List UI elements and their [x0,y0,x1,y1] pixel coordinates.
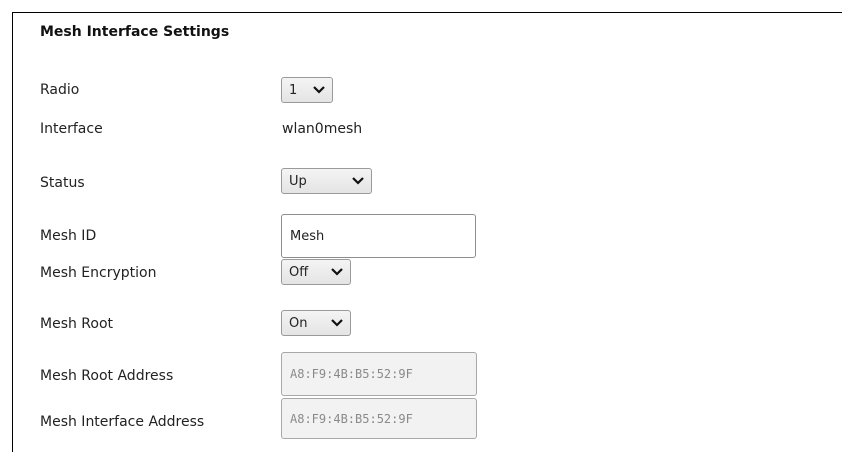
radio-label: Radio [40,82,80,98]
mesh-root-address-value: A8:F9:4B:B5:52:9F [290,367,413,381]
radio-select[interactable]: 1 [281,77,333,103]
interface-label: Interface [40,121,103,137]
mesh-root-label: Mesh Root [40,316,114,332]
mesh-interface-address-label: Mesh Interface Address [40,414,205,430]
interface-value: wlan0mesh [282,121,363,137]
mesh-root-select-value: On [289,315,308,331]
mesh-interface-address-field[interactable]: A8:F9:4B:B5:52:9F [281,398,477,439]
chevron-down-icon [331,268,343,276]
radio-select-value: 1 [289,82,298,98]
mesh-encryption-select-value: Off [289,264,309,280]
chevron-down-icon [352,177,364,185]
mesh-id-input[interactable]: Mesh [281,214,476,258]
mesh-root-address-field[interactable]: A8:F9:4B:B5:52:9F [281,352,477,396]
mesh-root-select[interactable]: On [281,310,351,336]
status-label: Status [40,175,85,191]
status-select[interactable]: Up [281,168,372,194]
mesh-encryption-select[interactable]: Off [281,259,351,285]
section-title: Mesh Interface Settings [40,24,230,40]
chevron-down-icon [331,319,343,327]
mesh-encryption-label: Mesh Encryption [40,265,157,281]
status-select-value: Up [289,173,307,189]
mesh-interface-address-value: A8:F9:4B:B5:52:9F [290,411,413,426]
mesh-id-label: Mesh ID [40,228,97,244]
chevron-down-icon [313,86,325,94]
mesh-id-input-value: Mesh [290,228,325,244]
mesh-root-address-label: Mesh Root Address [40,368,174,384]
